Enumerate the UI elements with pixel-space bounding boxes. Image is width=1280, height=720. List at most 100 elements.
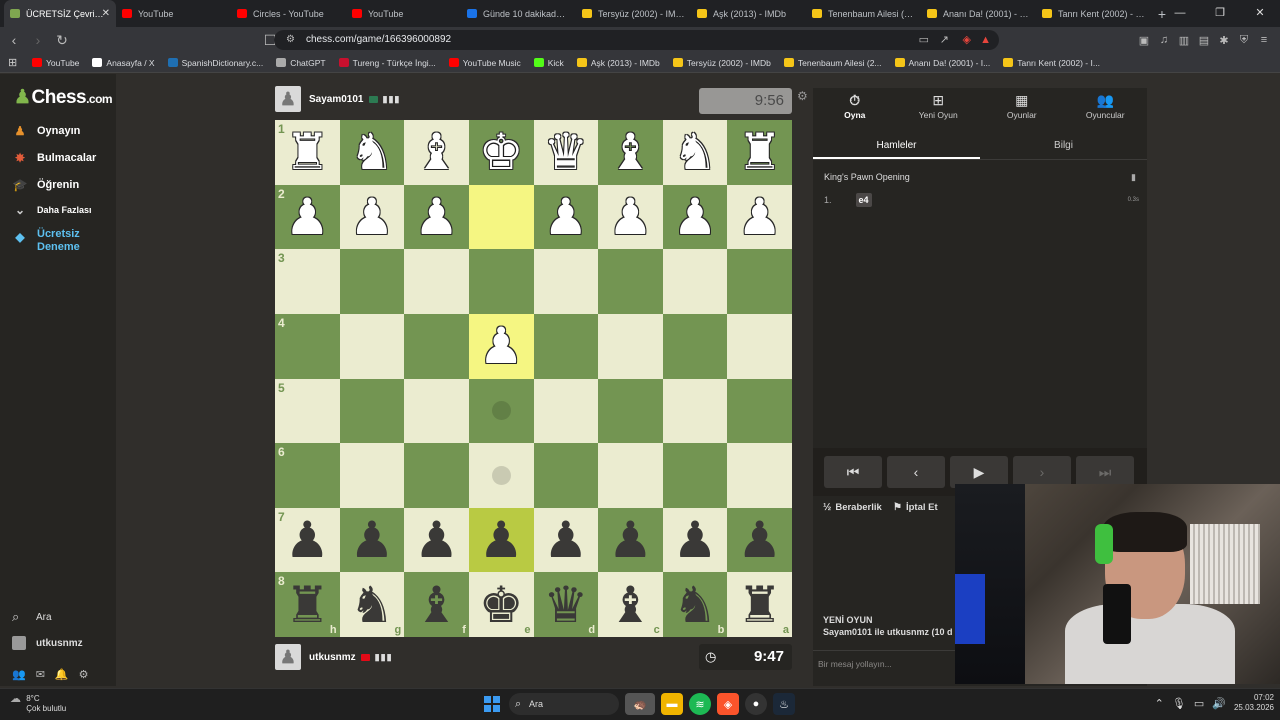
board-square[interactable]: c ♝ (598, 572, 663, 637)
vpn-icon[interactable]: ⛨ (1234, 34, 1254, 47)
browser-tab[interactable]: Tanrı Kent (2002) - IMD (1036, 0, 1151, 27)
bell-icon[interactable]: 🔔 (55, 668, 69, 681)
board-square[interactable]: ♝ (598, 120, 663, 185)
network-icon[interactable]: ▭ (1194, 697, 1204, 710)
sidebar-item-3[interactable]: ⌄ Daha Fazlası (12, 203, 92, 217)
bookmark-item[interactable]: Kick (533, 58, 564, 68)
board-square[interactable] (339, 313, 405, 379)
board-square[interactable] (662, 378, 728, 444)
white-pawn-icon[interactable]: ♟ (543, 192, 588, 242)
board-square[interactable]: ♜ (727, 120, 792, 185)
black-pawn-icon[interactable]: ♟ (350, 515, 395, 565)
white-pawn-icon[interactable]: ♟ (608, 192, 653, 242)
url-input[interactable]: ⚙ chess.com/game/166396000892 ▭ ↗ ◈ ▲ (274, 30, 999, 50)
board-square[interactable] (468, 378, 534, 444)
browser-tab[interactable]: ÜCRETSİZ Çevrimiçi ✕ (4, 0, 116, 27)
board-square[interactable] (598, 249, 663, 314)
free-trial-link[interactable]: ◆ Ücretsiz Deneme (12, 228, 79, 254)
board-square[interactable]: ♟ (727, 507, 792, 573)
board-square[interactable]: g ♞ (339, 572, 405, 637)
black-knight-icon[interactable]: ♞ (673, 580, 718, 630)
chesscom-logo[interactable]: ♟Chess.com (14, 86, 113, 109)
browser-tab[interactable]: YouTube (116, 0, 231, 27)
white-bishop-icon[interactable]: ♝ (414, 127, 459, 177)
board-square[interactable]: b ♞ (662, 572, 728, 637)
panel-subtab[interactable]: Bilgi (980, 134, 1147, 159)
black-knight-icon[interactable]: ♞ (350, 580, 395, 630)
player-avatar[interactable]: ♟ (275, 644, 301, 670)
board-square[interactable]: d ♛ (533, 572, 599, 637)
bookmark-item[interactable]: Tenenbaum Ailesi (2... (783, 58, 882, 68)
brave-shield-icon[interactable]: ◈ (963, 30, 971, 50)
black-pawn-icon[interactable]: ♟ (414, 515, 459, 565)
bookmark-item[interactable]: SpanishDictionary.c... (167, 58, 263, 68)
black-pawn-icon[interactable]: ♟ (608, 515, 653, 565)
sidebar-item-1[interactable]: ✸ Bulmacalar (12, 151, 96, 165)
white-queen-icon[interactable]: ♛ (543, 127, 588, 177)
board-square[interactable]: ♟ (662, 507, 728, 573)
sidebar-icon[interactable]: ▥ (1174, 34, 1194, 47)
board-square[interactable]: ♟ (662, 184, 728, 250)
sidepanel-icon[interactable]: ▣ (1134, 34, 1154, 47)
bookmark-item[interactable]: Ananı Da! (2001) - I... (894, 58, 990, 68)
black-pawn-icon[interactable]: ♟ (479, 515, 524, 565)
restore-icon[interactable]: ❐ (1200, 0, 1240, 27)
board-square[interactable]: ♛ (533, 120, 599, 185)
board-square[interactable] (339, 443, 405, 508)
browser-tab[interactable]: Tersyüz (2002) - IMDb (576, 0, 691, 27)
panel-subtab[interactable]: Hamleler (813, 134, 980, 159)
move-hint-dot[interactable] (491, 465, 511, 485)
browser-tab[interactable]: Tenenbaum Ailesi (200 (806, 0, 921, 27)
back-icon[interactable]: ‹ (4, 32, 24, 48)
board-square[interactable]: f ♝ (404, 572, 469, 637)
white-rook-icon[interactable]: ♜ (737, 127, 782, 177)
board-square[interactable] (339, 378, 405, 444)
panel-tab[interactable]: ⏱ Oyna (813, 88, 897, 124)
sidebar-item-2[interactable]: 🎓 Öğrenin (12, 178, 80, 192)
board-square[interactable] (727, 443, 792, 508)
steam-icon[interactable]: ♨ (773, 693, 795, 715)
white-pawn-icon[interactable]: ♟ (673, 192, 718, 242)
black-queen-icon[interactable]: ♛ (543, 580, 588, 630)
board-square[interactable]: 3 (275, 249, 340, 314)
board-square[interactable]: 2 ♟ (275, 184, 340, 250)
board-square[interactable] (468, 184, 534, 250)
board-square[interactable] (662, 443, 728, 508)
sidebar-search[interactable]: ⌕ Ara (12, 604, 112, 630)
bookmark-item[interactable]: Tanrı Kent (2002) - I... (1003, 58, 1100, 68)
board-square[interactable] (533, 249, 599, 314)
board-square[interactable] (404, 443, 469, 508)
board-square[interactable] (533, 443, 599, 508)
sidebar-item-0[interactable]: ♟ Oynayın (12, 124, 81, 138)
reload-icon[interactable]: ↻ (52, 32, 72, 49)
browser-tab[interactable]: Günde 10 dakikada ye (461, 0, 576, 27)
sidebar-user[interactable]: utkusnmz (12, 630, 112, 656)
board-square[interactable]: ♟ (598, 184, 663, 250)
board-square[interactable]: 1 ♜ (275, 120, 340, 185)
brave-icon[interactable]: ◈ (717, 693, 739, 715)
bookmark-item[interactable]: Anasayfa / X (92, 58, 155, 68)
board-square[interactable]: ♟ (468, 313, 534, 379)
wallet-icon[interactable]: ▤ (1194, 34, 1214, 47)
move-white[interactable]: e4 (855, 193, 872, 207)
board-square[interactable]: 7 ♟ (275, 507, 340, 573)
board-square[interactable]: ♝ (404, 120, 469, 185)
board-square[interactable] (662, 249, 728, 314)
board-square[interactable] (598, 443, 663, 508)
black-rook-icon[interactable]: ♜ (737, 580, 782, 630)
file-explorer-icon[interactable]: ▬ (661, 693, 683, 715)
board-square[interactable]: ♟ (468, 507, 534, 573)
board-square[interactable] (598, 378, 663, 444)
taskbar-search[interactable]: ⌕ Ara (509, 693, 619, 715)
board-square[interactable]: ♟ (598, 507, 663, 573)
board-square[interactable]: ♞ (339, 120, 405, 185)
browser-tab[interactable]: Aşk (2013) - IMDb (691, 0, 806, 27)
board-square[interactable] (468, 249, 534, 314)
board-square[interactable]: 6 (275, 443, 340, 508)
board-square[interactable]: 4 (275, 313, 340, 379)
board-square[interactable] (339, 249, 405, 314)
widget-icon[interactable]: 🦔 (625, 693, 655, 715)
bookmark-item[interactable]: Tersyüz (2002) - IMDb (672, 58, 771, 68)
board-square[interactable]: ♟ (339, 507, 405, 573)
browser-tab[interactable]: YouTube (346, 0, 461, 27)
